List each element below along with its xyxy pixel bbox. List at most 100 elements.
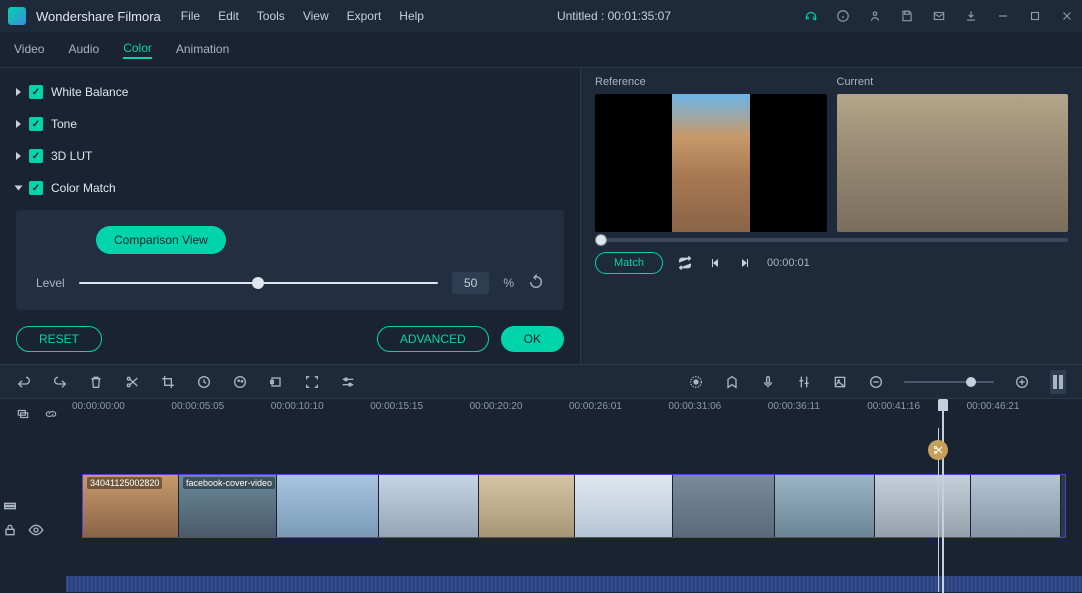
- zoom-thumb[interactable]: [966, 377, 976, 387]
- timeline-playhead[interactable]: [938, 428, 939, 592]
- clip-3[interactable]: [277, 475, 379, 537]
- level-slider[interactable]: [79, 282, 438, 284]
- tick-9: 00:00:46:21: [967, 401, 1020, 412]
- timeline-area[interactable]: 34041125002820 facebook-cover-video: [0, 428, 1082, 592]
- menu-export[interactable]: Export: [347, 9, 382, 23]
- mic-icon[interactable]: [760, 374, 776, 390]
- download-icon[interactable]: [964, 9, 978, 23]
- marker-icon[interactable]: [724, 374, 740, 390]
- section-3dlut[interactable]: 3D LUT: [16, 140, 564, 172]
- clip-1[interactable]: 34041125002820: [83, 475, 179, 537]
- tab-audio[interactable]: Audio: [68, 42, 99, 58]
- track-controls: [2, 498, 44, 538]
- tick-6: 00:00:31:06: [668, 401, 721, 412]
- save-icon[interactable]: [900, 9, 914, 23]
- property-tabs: Video Audio Color Animation: [0, 32, 1082, 68]
- ruler-ticks[interactable]: 00:00:00:00 00:00:05:05 00:00:10:10 00:0…: [72, 399, 1066, 428]
- clip-9[interactable]: [875, 475, 971, 537]
- comparison-view-button[interactable]: Comparison View: [96, 226, 226, 254]
- sliders-icon[interactable]: [340, 374, 356, 390]
- section-tone[interactable]: Tone: [16, 108, 564, 140]
- user-icon[interactable]: [868, 9, 882, 23]
- menu-view[interactable]: View: [303, 9, 329, 23]
- checkbox-3dlut[interactable]: [29, 149, 43, 163]
- undo-icon[interactable]: [16, 374, 32, 390]
- color-icon[interactable]: [232, 374, 248, 390]
- reset-button[interactable]: RESET: [16, 326, 102, 352]
- tick-0: 00:00:00:00: [72, 401, 125, 412]
- color-panel: White Balance Tone 3D LUT Color Match Co…: [0, 68, 580, 364]
- eye-icon[interactable]: [28, 522, 44, 538]
- clip-10[interactable]: [971, 475, 1061, 537]
- delete-icon[interactable]: [88, 374, 104, 390]
- crop-icon[interactable]: [160, 374, 176, 390]
- clip-5[interactable]: [479, 475, 575, 537]
- clip-6[interactable]: [575, 475, 673, 537]
- snap-button[interactable]: [1050, 370, 1066, 394]
- tab-color[interactable]: Color: [123, 41, 152, 59]
- label-tone: Tone: [51, 117, 77, 131]
- mixer-icon[interactable]: [796, 374, 812, 390]
- menu-file[interactable]: File: [181, 9, 200, 23]
- close-icon[interactable]: [1060, 9, 1074, 23]
- menu-edit[interactable]: Edit: [218, 9, 239, 23]
- redo-icon[interactable]: [52, 374, 68, 390]
- clip-4[interactable]: [379, 475, 479, 537]
- headset-icon[interactable]: [804, 9, 818, 23]
- track-add-icon[interactable]: [16, 407, 30, 421]
- link-icon[interactable]: [44, 407, 58, 421]
- prev-frame-icon[interactable]: [707, 255, 723, 271]
- document-title: Untitled : 00:01:35:07: [424, 9, 804, 23]
- maximize-icon[interactable]: [1028, 9, 1042, 23]
- cut-icon[interactable]: [124, 374, 140, 390]
- section-white-balance[interactable]: White Balance: [16, 76, 564, 108]
- menu-help[interactable]: Help: [399, 9, 424, 23]
- minimize-icon[interactable]: [996, 9, 1010, 23]
- advanced-button[interactable]: ADVANCED: [377, 326, 489, 352]
- reset-level-icon[interactable]: [528, 274, 544, 293]
- next-frame-icon[interactable]: [737, 255, 753, 271]
- tab-animation[interactable]: Animation: [176, 42, 229, 58]
- loop-icon[interactable]: [677, 255, 693, 271]
- playhead[interactable]: [942, 399, 944, 593]
- info-icon[interactable]: [836, 9, 850, 23]
- checkbox-tone[interactable]: [29, 117, 43, 131]
- playhead-handle[interactable]: [938, 399, 948, 411]
- slider-thumb[interactable]: [252, 277, 264, 289]
- reference-preview: [595, 94, 827, 232]
- audio-waveform[interactable]: [66, 576, 1082, 592]
- menu-tools[interactable]: Tools: [257, 9, 285, 23]
- zoom-slider[interactable]: [904, 381, 994, 383]
- clip-2[interactable]: facebook-cover-video: [179, 475, 277, 537]
- main-area: White Balance Tone 3D LUT Color Match Co…: [0, 68, 1082, 364]
- clip-7[interactable]: [673, 475, 775, 537]
- title-icons: [804, 9, 1074, 23]
- level-value[interactable]: 50: [452, 272, 489, 294]
- record-icon[interactable]: [688, 374, 704, 390]
- zoom-in-icon[interactable]: [1014, 374, 1030, 390]
- mail-icon[interactable]: [932, 9, 946, 23]
- preview-scrubber[interactable]: [595, 238, 1068, 242]
- speed-icon[interactable]: [196, 374, 212, 390]
- clip-8[interactable]: [775, 475, 875, 537]
- tick-2: 00:00:10:10: [271, 401, 324, 412]
- fullscreen-icon[interactable]: [304, 374, 320, 390]
- timeline-ruler[interactable]: 00:00:00:00 00:00:05:05 00:00:10:10 00:0…: [0, 398, 1082, 428]
- section-color-match[interactable]: Color Match: [16, 172, 564, 204]
- split-marker-icon[interactable]: [928, 440, 948, 460]
- zoom-out-icon[interactable]: [868, 374, 884, 390]
- checkbox-white-balance[interactable]: [29, 85, 43, 99]
- image-icon[interactable]: [832, 374, 848, 390]
- freeze-icon[interactable]: [268, 374, 284, 390]
- lock-icon[interactable]: [2, 522, 18, 538]
- match-button[interactable]: Match: [595, 252, 663, 274]
- track-toggle-icon[interactable]: [2, 498, 18, 514]
- tab-video[interactable]: Video: [14, 42, 44, 58]
- ok-button[interactable]: OK: [501, 326, 564, 352]
- timeline-toolbar: [0, 364, 1082, 398]
- preview-row: Reference Current: [595, 76, 1068, 232]
- level-row: Level 50 %: [36, 272, 544, 294]
- video-track[interactable]: 34041125002820 facebook-cover-video: [82, 474, 1066, 538]
- checkbox-color-match[interactable]: [29, 181, 43, 195]
- scrubber-thumb[interactable]: [595, 234, 607, 246]
